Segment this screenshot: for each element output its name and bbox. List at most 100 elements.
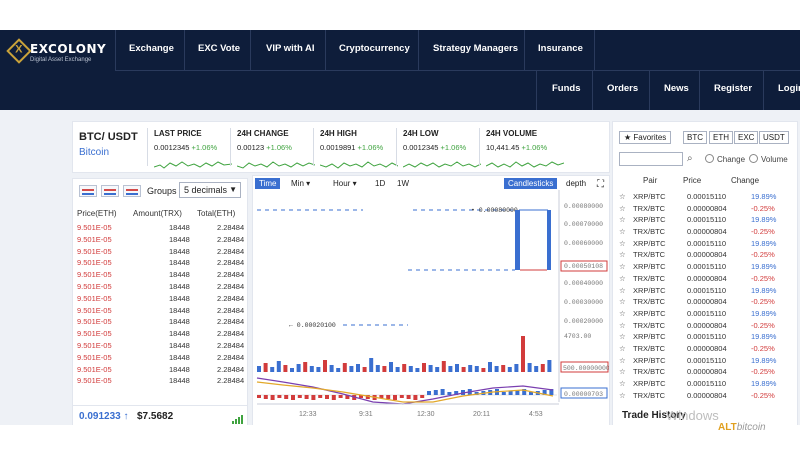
- depth-button[interactable]: depth: [562, 178, 590, 189]
- star-icon[interactable]: ☆: [619, 356, 626, 365]
- row-price: 9.501E-05: [77, 293, 112, 303]
- tab-1w[interactable]: 1W: [393, 178, 413, 189]
- star-icon[interactable]: ☆: [619, 227, 626, 236]
- tab-min[interactable]: Min ▾: [287, 178, 314, 189]
- row-change: -0.25%: [751, 203, 775, 213]
- market-row[interactable]: ☆ XRP/BTC 0.00015110 19.89%: [613, 215, 797, 227]
- star-icon[interactable]: ☆: [619, 274, 626, 283]
- nav-item-strategy-managers[interactable]: Strategy Managers: [433, 43, 518, 54]
- market-row[interactable]: ☆ TRX/BTC 0.00000804 -0.25%: [613, 274, 797, 286]
- orderbook-row[interactable]: 9.501E-05 18448 2.28484: [77, 223, 245, 235]
- nav-item-cryptocurrency[interactable]: Cryptocurrency: [339, 43, 410, 54]
- star-icon[interactable]: ☆: [619, 192, 626, 201]
- row-amount: 18448: [169, 293, 190, 303]
- volume-bar: [356, 364, 360, 372]
- market-row[interactable]: ☆ XRP/BTC 0.00015110 19.89%: [613, 192, 797, 204]
- quote-eth[interactable]: ETH: [709, 131, 733, 144]
- brand-logo[interactable]: X EXCOLONY Digital Asset Exchange: [6, 38, 113, 70]
- tab-hour[interactable]: Hour ▾: [329, 178, 361, 189]
- star-icon[interactable]: ☆: [619, 204, 626, 213]
- market-row[interactable]: ☆ XRP/BTC 0.00015110 19.89%: [613, 262, 797, 274]
- stat-24h-volume: 24H VOLUME 10,441.45 +1.06%: [486, 129, 568, 168]
- star-icon[interactable]: ☆: [619, 332, 626, 341]
- view-bids-icon[interactable]: [101, 185, 119, 197]
- star-icon[interactable]: ☆: [619, 321, 626, 330]
- volume-bar: [309, 366, 314, 372]
- coin-name-link[interactable]: Bitcoin: [79, 147, 109, 158]
- orderbook-row[interactable]: 9.501E-05 18448 2.28484: [77, 376, 244, 388]
- market-row[interactable]: ☆ TRX/BTC 0.00000804 -0.25%: [613, 367, 797, 379]
- nav-item-exchange[interactable]: Exchange: [129, 43, 174, 54]
- price-chart[interactable]: 0.00080000 0.00070000 0.00060000 0.00050108…: [253, 190, 609, 426]
- row-price: 9.501E-05: [77, 352, 112, 362]
- nav-item-insurance[interactable]: Insurance: [538, 43, 583, 54]
- star-icon[interactable]: ☆: [619, 391, 626, 400]
- candlesticks-button[interactable]: Candlesticks: [504, 178, 558, 189]
- orderbook-row[interactable]: 9.501E-05 18448 2.28484: [77, 247, 244, 259]
- orderbook-row[interactable]: 9.501E-05 18448 2.28484: [77, 306, 244, 318]
- star-icon[interactable]: ☆: [619, 379, 626, 388]
- orderbook-row[interactable]: 9.501E-05 18448 2.28484: [77, 365, 244, 377]
- radio-volume[interactable]: Volume: [749, 154, 788, 164]
- star-icon[interactable]: ☆: [619, 297, 626, 306]
- market-row[interactable]: ☆ XRP/BTC 0.00015110 19.89%: [613, 356, 797, 368]
- orderbook-row[interactable]: 9.501E-05 18448 2.28484: [77, 293, 244, 306]
- orderbook-row[interactable]: 9.501E-05 18448 2.28484: [77, 341, 244, 353]
- star-icon[interactable]: ☆: [619, 262, 626, 271]
- market-row[interactable]: ☆ TRX/BTC 0.00000804 -0.25%: [613, 297, 797, 309]
- orderbook-row[interactable]: 9.501E-05 18448 2.28484: [77, 258, 244, 270]
- market-row[interactable]: ☆ XRP/BTC 0.00015110 19.89%: [613, 379, 797, 391]
- market-row[interactable]: ☆ TRX/BTC 0.00000804 -0.25%: [613, 204, 797, 216]
- market-row[interactable]: ☆ XRP/BTC 0.00015110 19.89%: [613, 332, 797, 344]
- favorites-button[interactable]: ★ Favorites: [619, 131, 672, 144]
- search-icon[interactable]: ⌕: [687, 153, 693, 164]
- star-icon[interactable]: ☆: [619, 367, 626, 376]
- row-amount: 18448: [169, 234, 190, 244]
- view-asks-icon[interactable]: [123, 185, 141, 197]
- subnav-news[interactable]: News: [664, 83, 689, 94]
- nav-item-exc-vote[interactable]: EXC Vote: [198, 43, 240, 54]
- price-tick-label: 0.00070000: [564, 221, 603, 228]
- star-icon[interactable]: ☆: [619, 250, 626, 259]
- orderbook-row[interactable]: 9.501E-05 18448 2.28484: [77, 234, 244, 247]
- quote-btc[interactable]: BTC: [683, 131, 707, 144]
- market-row[interactable]: ☆ XRP/BTC 0.00015110 19.89%: [613, 286, 797, 298]
- star-icon[interactable]: ☆: [619, 239, 626, 248]
- star-icon[interactable]: ☆: [619, 286, 626, 295]
- tab-time[interactable]: Time: [255, 178, 281, 189]
- market-search-input[interactable]: [619, 152, 683, 166]
- market-row[interactable]: ☆ TRX/BTC 0.00000804 -0.25%: [613, 227, 797, 239]
- radio-change[interactable]: Change: [705, 154, 745, 164]
- market-row[interactable]: ☆ XRP/BTC 0.00015110 19.89%: [613, 239, 797, 251]
- orderbook-row[interactable]: 9.501E-05 18448 2.28484: [77, 270, 244, 282]
- orderbook-row[interactable]: 9.501E-05 18448 2.28484: [77, 352, 244, 365]
- market-row[interactable]: ☆ TRX/BTC 0.00000804 -0.25%: [613, 391, 797, 403]
- chart-panel: Time Min ▾ Hour ▾ 1D 1W Candlesticks dep…: [252, 175, 610, 427]
- market-row[interactable]: ☆ TRX/BTC 0.00000804 -0.25%: [613, 250, 797, 262]
- subnav-funds[interactable]: Funds: [552, 83, 581, 94]
- subnav-register[interactable]: Register: [714, 83, 752, 94]
- tab-1d[interactable]: 1D: [371, 178, 389, 189]
- view-both-icon[interactable]: [79, 185, 97, 197]
- stat-value: 0.0012345: [403, 143, 439, 152]
- market-row[interactable]: ☆ TRX/BTC 0.00000804 -0.25%: [613, 344, 797, 356]
- quote-usdt[interactable]: USDT: [759, 131, 789, 144]
- stat-label: 24H CHANGE: [237, 129, 289, 138]
- nav-item-vip-with-ai[interactable]: VIP with AI: [266, 43, 315, 54]
- stat-divider: [147, 128, 148, 166]
- star-icon[interactable]: ☆: [619, 309, 626, 318]
- row-total: 2.28484: [217, 223, 245, 232]
- row-amount: 18448: [169, 317, 190, 327]
- quote-exc[interactable]: EXC: [734, 131, 759, 144]
- star-icon[interactable]: ☆: [619, 344, 626, 353]
- star-icon[interactable]: ☆: [619, 215, 626, 224]
- orderbook-row[interactable]: 9.501E-05 18448 2.28484: [77, 317, 244, 329]
- orderbook-row[interactable]: 9.501E-05 18448 2.28484: [77, 282, 244, 294]
- market-row[interactable]: ☆ XRP/BTC 0.00015110 19.89%: [613, 309, 797, 321]
- market-row[interactable]: ☆ TRX/BTC 0.00000804 -0.25%: [613, 321, 797, 333]
- groups-select[interactable]: 5 decimals ▼: [179, 182, 241, 198]
- indicator-bar: [413, 395, 418, 400]
- subnav-orders[interactable]: Orders: [607, 83, 638, 94]
- subnav-login[interactable]: Login: [778, 83, 800, 94]
- orderbook-row[interactable]: 9.501E-05 18448 2.28484: [77, 329, 244, 341]
